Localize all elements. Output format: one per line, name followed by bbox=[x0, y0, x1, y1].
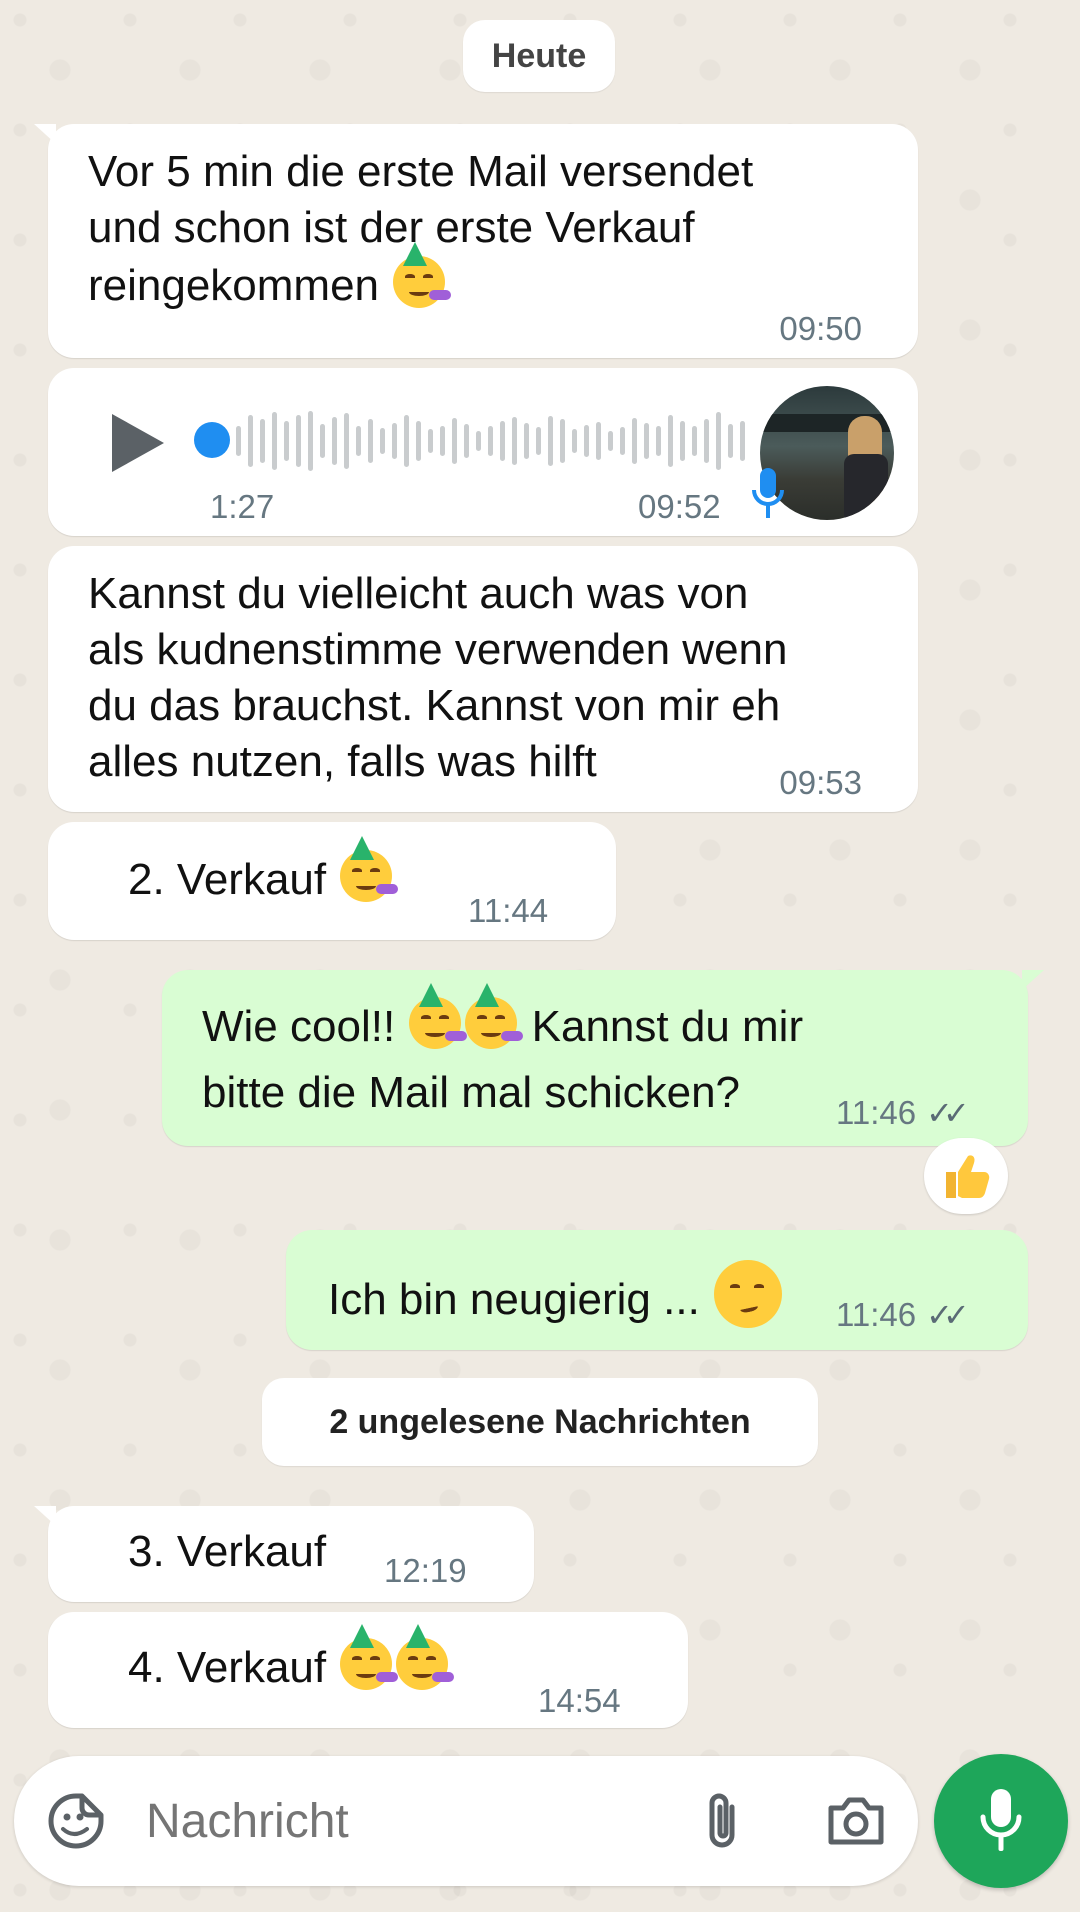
voice-message-bubble[interactable]: 1:27 09:52 bbox=[48, 368, 918, 536]
waveform-bar bbox=[632, 418, 637, 464]
message-time: 09:50 bbox=[779, 310, 862, 347]
message-bubble-incoming[interactable]: 4. Verkauf 14:54 bbox=[48, 1612, 688, 1728]
message-time: 12:19 bbox=[384, 1552, 467, 1589]
waveform-bar bbox=[740, 421, 745, 461]
reaction-thumbs-up[interactable] bbox=[924, 1138, 1008, 1214]
waveform-bar bbox=[524, 423, 529, 459]
waveform-bar bbox=[464, 424, 469, 458]
waveform-bar bbox=[644, 423, 649, 459]
waveform-bar bbox=[236, 426, 241, 456]
message-text: Kannst du vielleicht auch was von bbox=[88, 569, 749, 618]
message-time: 11:44 bbox=[468, 892, 549, 929]
waveform-bar bbox=[260, 419, 265, 463]
message-bubble-incoming[interactable]: Kannst du vielleicht auch was von als ku… bbox=[48, 546, 918, 812]
partying-face-emoji bbox=[340, 1624, 399, 1690]
waveform-bar bbox=[356, 426, 361, 456]
waveform-bar bbox=[680, 421, 685, 461]
waveform-bar bbox=[536, 427, 541, 455]
date-separator: Heute bbox=[463, 20, 615, 92]
waveform-bar bbox=[488, 426, 493, 456]
waveform-bar bbox=[716, 412, 721, 470]
message-bubble-outgoing[interactable]: Ich bin neugierig ... 11:46 ✓✓ bbox=[286, 1230, 1028, 1350]
waveform-bar bbox=[248, 415, 253, 467]
smirking-face-emoji bbox=[714, 1260, 783, 1328]
message-text: 4. Verkauf bbox=[128, 1643, 327, 1692]
voice-duration: 1:27 bbox=[210, 488, 275, 525]
waveform-bar bbox=[668, 415, 673, 467]
waveform-bar bbox=[440, 426, 445, 456]
waveform-bar bbox=[344, 413, 349, 469]
waveform-bar bbox=[416, 421, 421, 461]
message-text: 2. Verkauf bbox=[128, 855, 327, 904]
waveform-bar bbox=[584, 425, 589, 457]
waveform-bar bbox=[704, 419, 709, 463]
mic-badge-icon bbox=[748, 466, 788, 522]
message-input[interactable] bbox=[146, 1786, 666, 1856]
waveform-bar bbox=[380, 428, 385, 454]
message-text: du das brauchst. Kannst von mir eh bbox=[88, 681, 781, 730]
partying-face-emoji bbox=[465, 983, 524, 1049]
message-bubble-incoming[interactable]: 3. Verkauf 12:19 bbox=[34, 1506, 534, 1602]
partying-face-emoji bbox=[393, 242, 452, 308]
message-text: reingekommen bbox=[88, 261, 380, 310]
waveform-bar bbox=[308, 411, 313, 471]
waveform-bar bbox=[284, 421, 289, 461]
message-text: Ich bin neugierig ... bbox=[328, 1275, 700, 1324]
message-time: 09:53 bbox=[779, 764, 862, 801]
message-time: 11:46 bbox=[836, 1296, 917, 1333]
message-text: 3. Verkauf bbox=[128, 1527, 327, 1576]
message-time: 09:52 bbox=[638, 488, 721, 525]
message-text: und schon ist der erste Verkauf bbox=[88, 203, 695, 252]
waveform-bar bbox=[560, 419, 565, 463]
partying-face-emoji bbox=[340, 836, 399, 902]
message-bubble-incoming[interactable]: 2. Verkauf 11:44 bbox=[48, 822, 616, 940]
message-text: Vor 5 min die erste Mail versendet bbox=[88, 147, 754, 196]
thumbs-up-icon bbox=[946, 1155, 990, 1198]
play-icon[interactable] bbox=[102, 408, 172, 478]
voice-progress-dot[interactable] bbox=[194, 422, 230, 458]
voice-waveform[interactable] bbox=[230, 410, 770, 472]
waveform-bar bbox=[368, 419, 373, 463]
waveform-bar bbox=[692, 426, 697, 456]
waveform-bar bbox=[404, 415, 409, 467]
waveform-bar bbox=[272, 412, 277, 470]
waveform-bar bbox=[476, 431, 481, 451]
waveform-bar bbox=[572, 429, 577, 453]
mic-button[interactable] bbox=[934, 1754, 1068, 1888]
waveform-bar bbox=[428, 429, 433, 453]
partying-face-emoji bbox=[409, 983, 468, 1049]
waveform-bar bbox=[608, 431, 613, 451]
message-composer[interactable] bbox=[14, 1756, 918, 1886]
camera-icon[interactable] bbox=[822, 1789, 890, 1853]
double-check-icon: ✓✓ bbox=[926, 1297, 970, 1333]
waveform-bar bbox=[332, 417, 337, 465]
message-time: 11:46 bbox=[836, 1094, 917, 1131]
double-check-icon: ✓✓ bbox=[926, 1095, 970, 1131]
partying-face-emoji bbox=[396, 1624, 455, 1690]
unread-separator: 2 ungelesene Nachrichten bbox=[262, 1378, 818, 1466]
waveform-bar bbox=[392, 423, 397, 459]
message-text: Kannst du mir bbox=[531, 1002, 804, 1051]
waveform-bar bbox=[656, 426, 661, 456]
waveform-bar bbox=[452, 418, 457, 464]
waveform-bar bbox=[296, 415, 301, 467]
waveform-bar bbox=[728, 424, 733, 458]
waveform-bar bbox=[512, 417, 517, 465]
message-bubble-outgoing[interactable]: Wie cool!! Kannst du mir bitte die Mail … bbox=[162, 970, 1044, 1146]
message-bubble-incoming[interactable]: Vor 5 min die erste Mail versendet und s… bbox=[34, 124, 918, 358]
waveform-bar bbox=[500, 421, 505, 461]
mic-icon bbox=[980, 1789, 1022, 1851]
message-text: Wie cool!! bbox=[202, 1002, 396, 1051]
waveform-bar bbox=[320, 424, 325, 458]
message-text: als kudnenstimme verwenden wenn bbox=[88, 625, 788, 674]
waveform-bar bbox=[596, 422, 601, 460]
waveform-bar bbox=[548, 416, 553, 466]
sticker-icon[interactable] bbox=[44, 1789, 108, 1853]
attach-icon[interactable] bbox=[690, 1789, 754, 1853]
message-time: 14:54 bbox=[538, 1682, 621, 1719]
waveform-bar bbox=[620, 427, 625, 455]
